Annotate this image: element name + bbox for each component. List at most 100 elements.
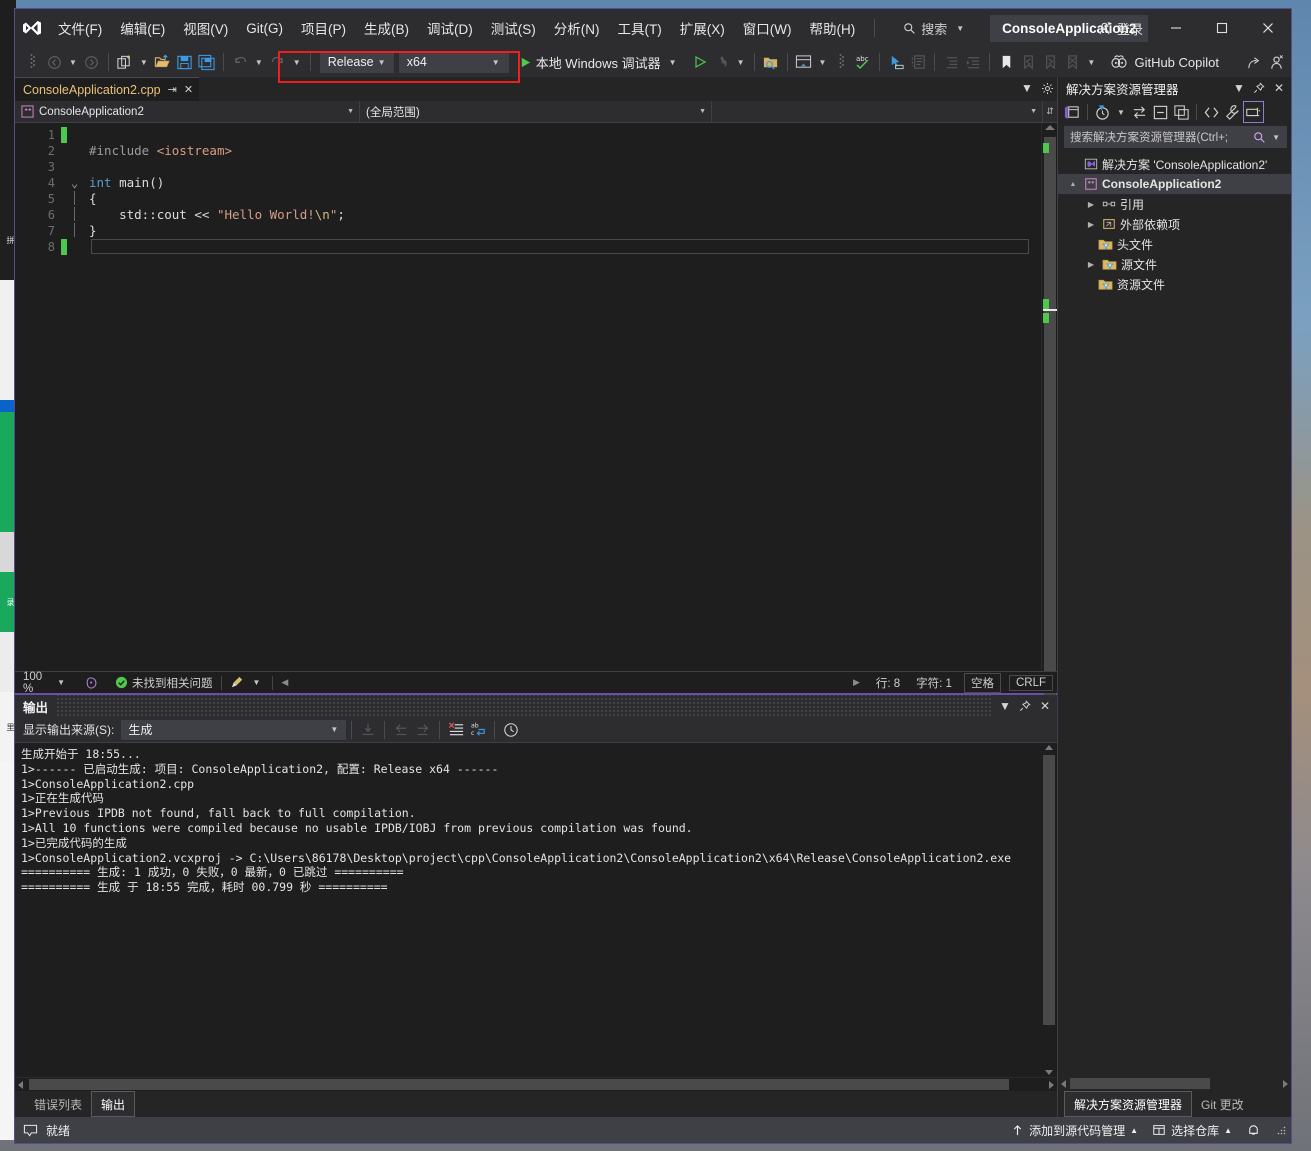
nav-member-dropdown[interactable]: ▼ bbox=[712, 101, 1043, 122]
add-to-source-control-chevron-up-icon[interactable]: ▲ bbox=[1130, 1126, 1138, 1135]
tree-node-external-dependencies[interactable]: ▶ 外部依赖项 bbox=[1058, 214, 1291, 234]
tab-error-list[interactable]: 错误列表 bbox=[25, 1091, 91, 1117]
solution-configuration-dropdown[interactable]: Release ▼ bbox=[319, 51, 394, 73]
maximize-button[interactable] bbox=[1199, 9, 1245, 47]
tab-output[interactable]: 输出 bbox=[91, 1091, 136, 1117]
code-cleanup-chevron-icon[interactable]: ▼ bbox=[249, 678, 265, 687]
code-folding-column[interactable]: ⌄ bbox=[67, 123, 89, 671]
new-project-icon[interactable] bbox=[114, 50, 136, 74]
tree-node-resource-files[interactable]: 资源文件 bbox=[1058, 274, 1291, 294]
start-debugging-button[interactable]: 本地 Windows 调试器 ▼ bbox=[515, 51, 685, 74]
redo-icon[interactable] bbox=[267, 50, 289, 74]
redo-chevron-icon[interactable]: ▼ bbox=[289, 58, 305, 67]
menu-view[interactable]: 视图(V) bbox=[174, 14, 237, 42]
new-project-chevron-icon[interactable]: ▼ bbox=[136, 58, 152, 67]
hscroll-left-arrow-icon[interactable]: ◀ bbox=[273, 677, 296, 688]
solution-explorer-tree[interactable]: 解决方案 'ConsoleApplication2' ▲ ConsoleAppl… bbox=[1058, 151, 1291, 1077]
go-to-message-icon[interactable] bbox=[357, 718, 379, 742]
solution-explorer-hscrollbar[interactable] bbox=[1058, 1077, 1291, 1091]
source-files-expander-icon[interactable]: ▶ bbox=[1084, 260, 1098, 269]
se-hscrollbar-thumb[interactable] bbox=[1070, 1078, 1210, 1089]
solution-platform-dropdown[interactable]: x64 ▼ bbox=[398, 51, 509, 73]
external-deps-expander-icon[interactable]: ▶ bbox=[1084, 220, 1098, 229]
output-hscrollbar-thumb[interactable] bbox=[29, 1079, 1009, 1090]
solution-explorer-home-icon[interactable] bbox=[1062, 101, 1083, 123]
toolbar-grip-handle[interactable] bbox=[21, 50, 43, 74]
clear-output-icon[interactable] bbox=[445, 718, 467, 742]
select-repository-button[interactable]: 选择仓库 ▲ bbox=[1152, 1122, 1232, 1139]
github-copilot-button[interactable]: GitHub Copilot bbox=[1110, 47, 1219, 77]
search-chevron-down-icon[interactable]: ▼ bbox=[952, 24, 968, 33]
nav-member-chevron-icon[interactable]: ▼ bbox=[1030, 108, 1037, 115]
output-vertical-scrollbar[interactable] bbox=[1041, 743, 1057, 1077]
select-element-icon[interactable] bbox=[885, 50, 907, 74]
menu-debug[interactable]: 调试(D) bbox=[418, 14, 482, 42]
output-scrollbar-thumb[interactable] bbox=[1043, 755, 1055, 1025]
undo-icon[interactable] bbox=[229, 50, 251, 74]
output-scroll-right-arrow-icon[interactable] bbox=[1049, 1081, 1054, 1089]
editor-vertical-scrollbar[interactable] bbox=[1041, 123, 1057, 697]
properties-chevron-icon[interactable]: ▼ bbox=[815, 58, 831, 67]
menu-extensions[interactable]: 扩展(X) bbox=[671, 14, 734, 42]
show-all-files-icon[interactable] bbox=[1171, 101, 1192, 123]
navigate-forward-icon[interactable] bbox=[81, 50, 103, 74]
collapse-all-icon[interactable] bbox=[1150, 101, 1171, 123]
previous-bookmark-icon[interactable] bbox=[1017, 50, 1039, 74]
pending-changes-filter-icon[interactable] bbox=[1092, 101, 1113, 123]
menu-tools[interactable]: 工具(T) bbox=[609, 14, 671, 42]
hscroll-right-arrow-icon[interactable]: ▶ bbox=[845, 677, 868, 688]
add-to-source-control-button[interactable]: 添加到源代码管理 ▲ bbox=[1011, 1122, 1138, 1139]
solution-explorer-pin-icon[interactable] bbox=[1249, 77, 1269, 99]
menu-test[interactable]: 测试(S) bbox=[482, 14, 545, 42]
open-file-icon[interactable] bbox=[152, 50, 174, 74]
decrease-indent-icon[interactable] bbox=[940, 50, 962, 74]
references-expander-icon[interactable]: ▶ bbox=[1084, 200, 1098, 209]
pending-changes-chevron-icon[interactable]: ▼ bbox=[1113, 108, 1129, 117]
tree-node-references[interactable]: ▶ 引用 bbox=[1058, 194, 1291, 214]
notifications-button[interactable] bbox=[1246, 1123, 1261, 1138]
previous-message-icon[interactable] bbox=[390, 718, 412, 742]
tree-node-solution[interactable]: 解决方案 'ConsoleApplication2' bbox=[1058, 154, 1291, 174]
hot-reload-icon[interactable] bbox=[711, 50, 733, 74]
intellicode-icon[interactable] bbox=[77, 676, 107, 690]
pin-tab-icon[interactable]: ⇥ bbox=[168, 83, 177, 96]
solution-platform-chevron-icon[interactable]: ▼ bbox=[488, 58, 504, 67]
output-source-chevron-icon[interactable]: ▼ bbox=[326, 725, 342, 734]
toolbar-grip-handle-2[interactable] bbox=[830, 50, 852, 74]
tree-node-header-files[interactable]: 头文件 bbox=[1058, 234, 1291, 254]
undo-chevron-icon[interactable]: ▼ bbox=[251, 58, 267, 67]
search-input[interactable]: 搜索 ▼ bbox=[895, 16, 976, 41]
sync-with-active-document-icon[interactable] bbox=[1129, 101, 1150, 123]
se-scroll-left-arrow-icon[interactable] bbox=[1061, 1080, 1066, 1088]
output-panel-pin-icon[interactable] bbox=[1015, 695, 1035, 717]
resize-grip[interactable] bbox=[1275, 1124, 1287, 1136]
menu-project[interactable]: 项目(P) bbox=[292, 14, 355, 42]
project-expander-icon[interactable]: ▲ bbox=[1066, 181, 1080, 188]
menu-edit[interactable]: 编辑(E) bbox=[111, 14, 174, 42]
select-repository-chevron-up-icon[interactable]: ▲ bbox=[1224, 1126, 1232, 1135]
output-source-dropdown[interactable]: 生成 ▼ bbox=[121, 719, 347, 740]
hot-reload-chevron-icon[interactable]: ▼ bbox=[733, 58, 749, 67]
editor-tab-dropdown-icon[interactable]: ▼ bbox=[1017, 77, 1037, 99]
output-horizontal-scrollbar[interactable] bbox=[15, 1077, 1057, 1091]
menu-window[interactable]: 窗口(W) bbox=[734, 14, 801, 42]
menu-build[interactable]: 生成(B) bbox=[355, 14, 418, 42]
clear-bookmarks-icon[interactable] bbox=[1061, 50, 1083, 74]
output-panel-dropdown-icon[interactable]: ▼ bbox=[995, 695, 1015, 717]
save-all-icon[interactable] bbox=[196, 50, 218, 74]
solution-explorer-search-input[interactable]: 搜索解决方案资源管理器(Ctrl+; ▼ bbox=[1064, 126, 1287, 148]
tab-git-changes[interactable]: Git 更改 bbox=[1192, 1091, 1253, 1117]
output-scroll-down-arrow-icon[interactable] bbox=[1045, 1070, 1053, 1075]
share-icon[interactable] bbox=[1243, 50, 1265, 74]
no-issues-status[interactable]: 未找到相关问题 bbox=[107, 675, 221, 691]
solution-configuration-chevron-icon[interactable]: ▼ bbox=[374, 58, 390, 67]
nav-project-dropdown[interactable]: ConsoleApplication2 ▼ bbox=[15, 101, 360, 122]
start-debugging-chevron-icon[interactable]: ▼ bbox=[665, 58, 681, 67]
output-scroll-up-arrow-icon[interactable] bbox=[1045, 745, 1053, 750]
tree-node-project-consoleapplication2[interactable]: ▲ ConsoleApplication2 bbox=[1058, 174, 1291, 194]
close-tab-icon[interactable]: ✕ bbox=[184, 83, 193, 96]
minimize-button[interactable] bbox=[1153, 9, 1199, 47]
nav-project-chevron-icon[interactable]: ▼ bbox=[347, 108, 354, 115]
next-bookmark-icon[interactable] bbox=[1039, 50, 1061, 74]
se-scroll-right-arrow-icon[interactable] bbox=[1283, 1080, 1288, 1088]
